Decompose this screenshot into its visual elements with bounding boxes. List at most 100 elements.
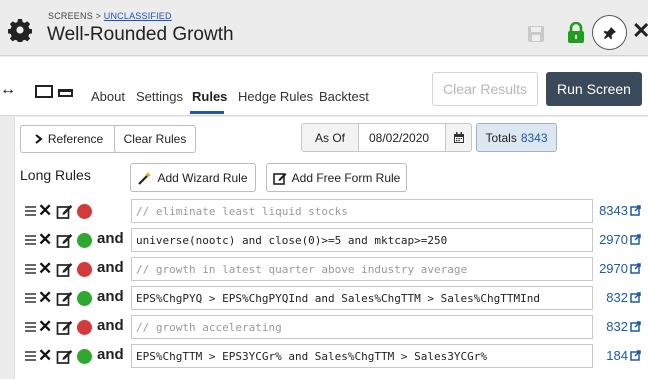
window-maximize-icon[interactable] (35, 85, 53, 98)
drag-handle-icon[interactable] (25, 351, 36, 362)
clear-rules-label: Clear Rules (123, 132, 187, 146)
delete-icon[interactable]: ✕ (38, 229, 52, 251)
rule-count[interactable]: 8343 (599, 203, 641, 218)
edit-icon (272, 172, 287, 185)
delete-icon[interactable]: ✕ (38, 258, 52, 280)
screen-header: SCREENS > UNCLASSIFIED Well-Rounded Grow… (0, 0, 648, 56)
rule-count-value: 2970 (599, 261, 628, 276)
status-dot[interactable] (77, 291, 92, 306)
rule-row: ✕ and EPS%ChgTTM > EPS3YCGr% and Sales%C… (15, 343, 648, 370)
totals-label: Totals (485, 130, 517, 145)
pin-icon (603, 26, 616, 39)
save-icon[interactable] (527, 25, 545, 43)
tab-hedge-rules[interactable]: Hedge Rules (238, 89, 313, 104)
rule-connector: and (97, 317, 124, 334)
status-dot[interactable] (77, 233, 92, 248)
rule-count[interactable]: 832 (606, 290, 641, 305)
external-link-icon (630, 263, 641, 274)
edit-icon[interactable] (56, 261, 73, 278)
tab-settings[interactable]: Settings (136, 89, 183, 104)
rule-row: ✕ and // growth in latest quarter above … (15, 256, 648, 283)
tab-bar: ↔ About Settings Rules Hedge Rules Backt… (0, 57, 648, 116)
edit-icon[interactable] (56, 203, 73, 220)
rule-input[interactable]: // growth in latest quarter above indust… (131, 257, 593, 281)
rule-count[interactable]: 184 (606, 348, 641, 363)
calendar-button[interactable] (445, 123, 472, 152)
breadcrumb-prefix: SCREENS > (48, 11, 104, 21)
drag-handle-icon[interactable] (25, 293, 36, 304)
clear-rules-button[interactable]: Clear Rules (114, 125, 196, 153)
gear-icon[interactable] (8, 18, 32, 42)
drag-handle-icon[interactable] (25, 235, 36, 246)
external-link-icon (630, 234, 641, 245)
edit-icon[interactable] (56, 348, 73, 365)
close-icon[interactable]: ✕ (632, 20, 648, 42)
tab-backtest[interactable]: Backtest (319, 89, 369, 104)
rule-count[interactable]: 2970 (599, 232, 641, 247)
rule-row: ✕ // eliminate least liquid stocks 8343 (15, 198, 648, 225)
edit-icon[interactable] (56, 232, 73, 249)
rule-row: ✕ and EPS%ChgPYQ > EPS%ChgPYQInd and Sal… (15, 285, 648, 312)
rule-input[interactable]: universe(nootc) and close(0)>=5 and mktc… (131, 228, 593, 252)
as-of-label: As Of (301, 123, 359, 152)
rule-connector: and (97, 230, 124, 247)
breadcrumb-link-unclassified[interactable]: UNCLASSIFIED (104, 11, 172, 21)
status-dot[interactable] (77, 204, 92, 219)
rule-count[interactable]: 832 (606, 319, 641, 334)
rule-count[interactable]: 2970 (599, 261, 641, 276)
status-dot[interactable] (77, 320, 92, 335)
active-tab-indicator (190, 111, 224, 114)
breadcrumb: SCREENS > UNCLASSIFIED (48, 11, 172, 21)
reference-button[interactable]: Reference (20, 125, 118, 153)
delete-icon[interactable]: ✕ (38, 287, 52, 309)
external-link-icon (630, 350, 641, 361)
status-dot[interactable] (77, 349, 92, 364)
rule-connector: and (97, 259, 124, 276)
rule-input[interactable]: // eliminate least liquid stocks (131, 199, 593, 223)
rule-input[interactable]: EPS%ChgTTM > EPS3YCGr% and Sales%ChgTTM … (131, 344, 593, 368)
edit-icon[interactable] (56, 290, 73, 307)
drag-handle-icon[interactable] (25, 206, 36, 217)
rule-count-value: 8343 (599, 203, 628, 218)
expand-arrows-icon[interactable]: ↔ (0, 81, 16, 99)
chevron-right-icon (35, 134, 43, 144)
add-wizard-rule-button[interactable]: Add Wizard Rule (130, 163, 256, 192)
rule-count-value: 2970 (599, 232, 628, 247)
window-minimize-icon[interactable] (58, 89, 73, 97)
drag-handle-icon[interactable] (25, 322, 36, 333)
page-title: Well-Rounded Growth (47, 24, 234, 45)
add-wizard-rule-label: Add Wizard Rule (157, 170, 248, 185)
rule-count-value: 832 (606, 290, 628, 305)
tab-rules[interactable]: Rules (192, 89, 227, 104)
rule-input[interactable]: // growth accelerating (131, 315, 593, 339)
external-link-icon (630, 205, 641, 216)
external-link-icon (630, 292, 641, 303)
clear-results-button[interactable]: Clear Results (432, 72, 538, 106)
delete-icon[interactable]: ✕ (38, 316, 52, 338)
add-free-form-rule-button[interactable]: Add Free Form Rule (266, 163, 407, 192)
totals-button[interactable]: Totals 8343 (476, 123, 557, 152)
reference-label: Reference (47, 132, 104, 146)
status-dot[interactable] (77, 262, 92, 277)
totals-value: 8343 (520, 130, 548, 145)
rule-count-value: 184 (606, 348, 628, 363)
calendar-icon (453, 131, 464, 143)
add-free-form-rule-label: Add Free Form Rule (291, 170, 401, 185)
delete-icon[interactable]: ✕ (38, 345, 52, 367)
run-screen-button[interactable]: Run Screen (546, 72, 642, 106)
lock-icon[interactable] (567, 22, 585, 44)
external-link-icon (630, 321, 641, 332)
delete-icon[interactable]: ✕ (38, 200, 52, 222)
drag-handle-icon[interactable] (25, 264, 36, 275)
magic-wand-icon (138, 171, 152, 185)
tab-about[interactable]: About (91, 89, 125, 104)
pin-button[interactable] (592, 15, 627, 50)
as-of-date-input[interactable]: 08/02/2020 (358, 123, 446, 152)
rule-connector: and (97, 346, 124, 363)
long-rules-heading: Long Rules (20, 167, 91, 183)
rule-connector: and (97, 288, 124, 305)
rule-row: ✕ and universe(nootc) and close(0)>=5 an… (15, 227, 648, 254)
rule-row: ✕ and // growth accelerating 832 (15, 314, 648, 341)
edit-icon[interactable] (56, 319, 73, 336)
rule-input[interactable]: EPS%ChgPYQ > EPS%ChgPYQInd and Sales%Chg… (131, 286, 593, 310)
